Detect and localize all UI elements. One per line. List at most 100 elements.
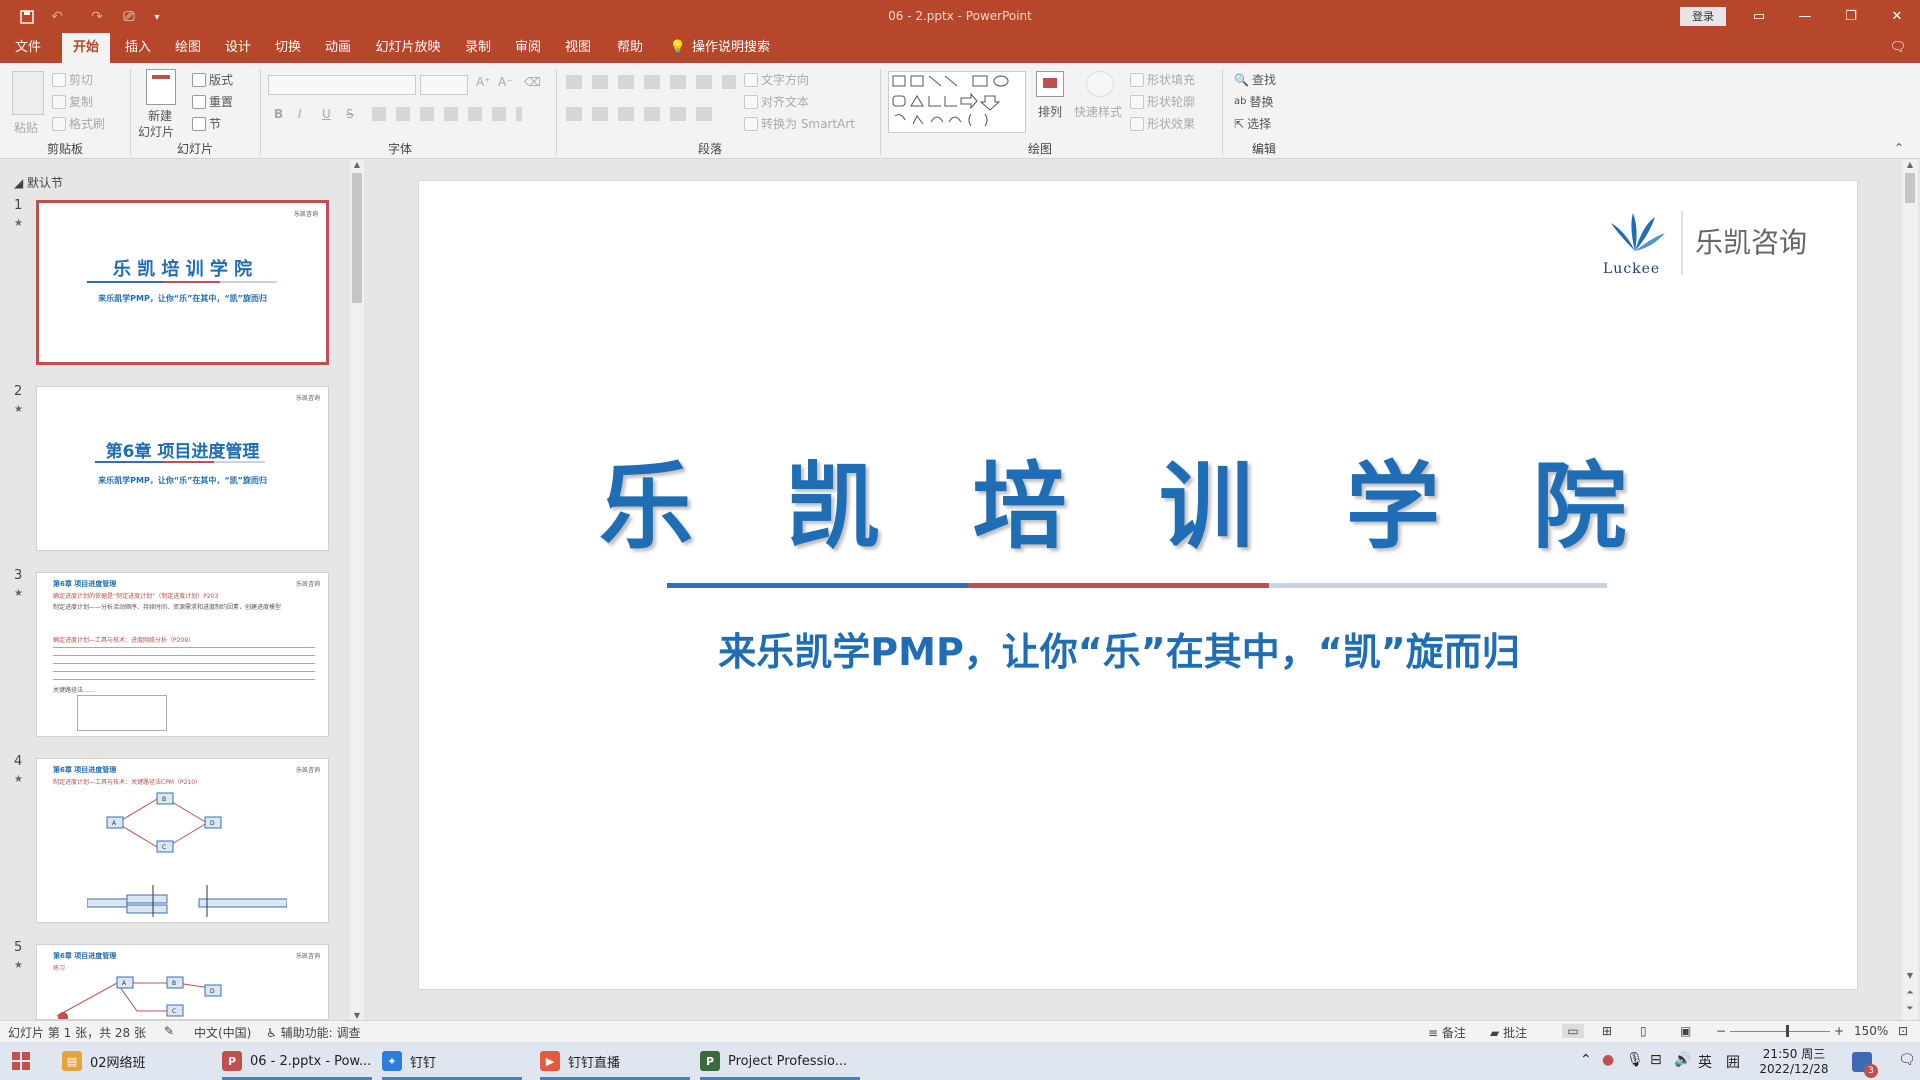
scroll-up-icon[interactable]: ▲ xyxy=(350,160,364,169)
tab-insert[interactable]: 插入 xyxy=(116,33,160,63)
section-button[interactable]: 节 xyxy=(192,115,221,132)
shape-outline-button[interactable]: 形状轮廓 xyxy=(1130,93,1195,110)
taskbar-app-3[interactable]: ✦ 钉钉 xyxy=(382,1042,522,1080)
normal-view-icon[interactable]: ▭ xyxy=(1562,1024,1584,1038)
notes-button[interactable]: ≡ 备注 xyxy=(1428,1024,1466,1041)
ribbon-display-icon[interactable]: ▭ xyxy=(1736,0,1782,33)
align-icons[interactable] xyxy=(566,107,716,121)
clock-date[interactable]: 2022/12/28 xyxy=(1758,1062,1830,1076)
slideshow-view-icon[interactable]: ▣ xyxy=(1680,1024,1691,1038)
tab-review[interactable]: 审阅 xyxy=(506,33,550,63)
tab-file[interactable]: 文件 xyxy=(6,33,50,63)
network-icon[interactable]: ⊟ xyxy=(1650,1052,1662,1068)
quick-styles-icon[interactable] xyxy=(1086,71,1114,97)
minimize-button[interactable]: — xyxy=(1782,0,1828,33)
zoom-level[interactable]: 150% xyxy=(1854,1024,1888,1038)
scroll-down-icon[interactable]: ▼ xyxy=(350,1011,364,1020)
cut-button[interactable]: 剪切 xyxy=(52,71,93,88)
font-name-dropdown[interactable] xyxy=(268,75,416,95)
bold-button[interactable]: B xyxy=(274,107,283,121)
tab-draw[interactable]: 绘图 xyxy=(166,33,210,63)
new-slide-label-2[interactable]: 幻灯片 xyxy=(138,123,174,140)
close-button[interactable]: ✕ xyxy=(1874,0,1920,33)
tell-me-search[interactable]: 操作说明搜索 xyxy=(692,33,792,63)
volume-icon[interactable]: 🔊 xyxy=(1674,1052,1691,1068)
slide-canvas[interactable]: Luckee 乐凯咨询 乐 凯 培 训 学 院 来乐凯学PMP，让你“乐”在其中… xyxy=(418,180,1858,990)
zoom-out-icon[interactable]: − xyxy=(1716,1024,1726,1038)
shapes-gallery[interactable] xyxy=(888,71,1026,133)
zoom-slider-track[interactable] xyxy=(1730,1031,1830,1032)
smartart-button[interactable]: 转换为 SmartArt xyxy=(744,115,855,132)
next-slide-icon[interactable]: ⏷ xyxy=(1902,1004,1918,1014)
reading-view-icon[interactable]: ▯ xyxy=(1640,1024,1647,1038)
tab-record[interactable]: 录制 xyxy=(456,33,500,63)
ime-layout-icon[interactable]: 囲 xyxy=(1726,1052,1740,1072)
slide-thumbnail-4[interactable]: 第6章 项目进度管理 乐凯咨询 制定进度计划—工具与技术：关键路径法CPM（P2… xyxy=(36,758,329,923)
login-button[interactable]: 登录 xyxy=(1680,7,1726,26)
start-button[interactable] xyxy=(12,1042,30,1080)
align-text-button[interactable]: 对齐文本 xyxy=(744,93,809,110)
slide-subtitle[interactable]: 来乐凯学PMP，让你“乐”在其中，“凯”旋而归 xyxy=(599,621,1639,676)
copy-button[interactable]: 复制 xyxy=(52,93,93,110)
taskbar-app-1[interactable]: ▤ 02网络班 xyxy=(62,1042,146,1080)
taskbar-app-5[interactable]: P Project Professio... xyxy=(700,1042,860,1080)
shrink-font-icon[interactable]: A⁻ xyxy=(498,75,513,89)
slide-thumbnail-1[interactable]: 乐凯咨询 乐 凯 培 训 学 院 来乐凯学PMP，让你“乐”在其中，“凯”旋而归 xyxy=(36,200,329,365)
taskbar-app-2[interactable]: P 06 - 2.pptx - Pow... xyxy=(222,1042,372,1080)
scroll-up-icon[interactable]: ▲ xyxy=(1902,160,1918,169)
arrange-button[interactable]: 排列 xyxy=(1038,103,1062,120)
tab-home[interactable]: 开始 xyxy=(62,33,110,63)
scroll-thumb[interactable] xyxy=(352,173,362,303)
grow-font-icon[interactable]: A⁺ xyxy=(476,75,491,89)
font-effects-icons[interactable] xyxy=(372,107,522,121)
spellcheck-icon[interactable]: ✎ xyxy=(164,1024,174,1038)
tab-help[interactable]: 帮助 xyxy=(608,33,652,63)
shape-effects-button[interactable]: 形状效果 xyxy=(1130,115,1195,132)
arrange-icon[interactable] xyxy=(1036,71,1064,97)
reset-button[interactable]: 重置 xyxy=(192,93,233,110)
slide-thumbnail-2[interactable]: 乐凯咨询 第6章 项目进度管理 来乐凯学PMP，让你“乐”在其中，“凯”旋而归 xyxy=(36,386,329,551)
ime-indicator[interactable]: 英 xyxy=(1698,1052,1712,1072)
format-painter-button[interactable]: 格式刷 xyxy=(52,115,105,132)
select-button[interactable]: ⇱ 选择 xyxy=(1234,115,1271,132)
font-size-dropdown[interactable] xyxy=(420,75,468,95)
collapse-ribbon-icon[interactable]: ⌃ xyxy=(1894,141,1904,155)
comments-button[interactable]: ▰ 批注 xyxy=(1490,1024,1527,1041)
quick-styles-button[interactable]: 快速样式 xyxy=(1074,103,1122,120)
tray-app-icon[interactable]: ● xyxy=(1602,1052,1614,1068)
italic-button[interactable]: I xyxy=(298,107,302,121)
tab-transitions[interactable]: 切换 xyxy=(266,33,310,63)
layout-button[interactable]: 版式 xyxy=(192,71,233,88)
previous-slide-icon[interactable]: ⏶ xyxy=(1902,988,1918,998)
find-button[interactable]: 🔍 查找 xyxy=(1234,71,1276,88)
list-icons[interactable] xyxy=(566,75,736,89)
tab-view[interactable]: 视图 xyxy=(556,33,600,63)
slide-sorter-icon[interactable]: ⊞ xyxy=(1602,1024,1612,1038)
paste-button[interactable]: 粘贴 xyxy=(14,119,38,136)
accessibility-status[interactable]: ♿ 辅助功能: 调查 xyxy=(266,1024,360,1041)
scroll-down-icon[interactable]: ▼ xyxy=(1902,971,1918,980)
thumbnail-scrollbar[interactable]: ▲ ▼ xyxy=(350,160,364,1020)
microphone-icon[interactable]: 🎙 xyxy=(1626,1052,1644,1068)
tab-design[interactable]: 设计 xyxy=(216,33,260,63)
tab-slideshow[interactable]: 幻灯片放映 xyxy=(368,33,448,63)
restore-button[interactable]: ❐ xyxy=(1828,0,1874,33)
taskbar-app-4[interactable]: ▶ 钉钉直播 xyxy=(540,1042,690,1080)
clear-format-icon[interactable]: ⌫ xyxy=(524,75,541,89)
underline-button[interactable]: U xyxy=(322,107,331,121)
replace-button[interactable]: ab 替换 xyxy=(1234,93,1274,110)
section-header[interactable]: ◢ 默认节 xyxy=(14,174,63,191)
shape-fill-button[interactable]: 形状填充 xyxy=(1130,71,1195,88)
editor-scrollbar[interactable]: ▲ ▼ ⏶ ⏷ xyxy=(1902,160,1918,1020)
new-slide-icon[interactable] xyxy=(146,69,176,105)
slide-thumbnail-5[interactable]: 第6章 项目进度管理 乐凯咨询 练习 A B C D xyxy=(36,944,329,1020)
paste-icon[interactable] xyxy=(12,71,44,115)
scroll-thumb[interactable] xyxy=(1905,173,1915,203)
clock-time[interactable]: 21:50 周三 xyxy=(1758,1045,1830,1062)
language-indicator[interactable]: 中文(中国) xyxy=(194,1024,251,1041)
zoom-in-icon[interactable]: + xyxy=(1834,1024,1844,1038)
strikethrough-button[interactable]: S xyxy=(346,107,354,121)
fit-to-window-icon[interactable]: ⊡ xyxy=(1898,1024,1908,1038)
tray-chevron-icon[interactable]: ⌃ xyxy=(1580,1052,1592,1068)
text-direction-button[interactable]: 文字方向 xyxy=(744,71,809,88)
